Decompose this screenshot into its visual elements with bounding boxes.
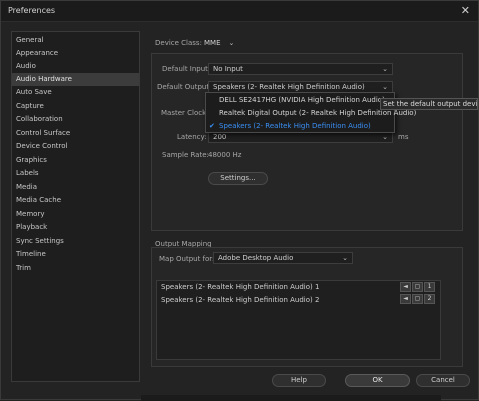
chevron-down-icon: ⌄ bbox=[342, 254, 348, 262]
output-option-realtek-digital[interactable]: Realtek Digital Output (2- Realtek High … bbox=[206, 107, 416, 120]
help-button[interactable]: Help bbox=[272, 374, 326, 387]
default-input-label: Default Input: bbox=[162, 65, 211, 73]
latency-value: 200 bbox=[213, 133, 227, 141]
chevron-down-icon: ⌄ bbox=[382, 83, 388, 91]
dialog-title: Preferences bbox=[8, 6, 56, 15]
speaker-icon[interactable]: ◄ bbox=[400, 282, 411, 292]
latency-label: Latency: bbox=[177, 133, 207, 141]
sidebar-item-control-surface[interactable]: Control Surface bbox=[12, 127, 139, 140]
latency-unit: ms bbox=[398, 133, 409, 141]
chevron-down-icon: ⌄ bbox=[382, 133, 388, 141]
channel-controls-2: ◄ ▢ 2 bbox=[400, 294, 435, 304]
sidebar-item-general[interactable]: General bbox=[12, 34, 139, 47]
output-option-dell[interactable]: DELL SE2417HG (NVIDIA High Definition Au… bbox=[206, 94, 394, 107]
sidebar-item-memory[interactable]: Memory bbox=[12, 208, 139, 221]
output-option-speakers-label: Speakers (2- Realtek High Definition Aud… bbox=[219, 122, 371, 130]
default-output-options: DELL SE2417HG (NVIDIA High Definition Au… bbox=[205, 92, 416, 133]
sidebar-item-labels[interactable]: Labels bbox=[12, 167, 139, 180]
default-output-value: Speakers (2- Realtek High Definition Aud… bbox=[213, 83, 365, 91]
sidebar-item-appearance[interactable]: Appearance bbox=[12, 47, 139, 60]
list-item[interactable]: Speakers (2- Realtek High Definition Aud… bbox=[161, 283, 319, 291]
sidebar-item-device-control[interactable]: Device Control bbox=[12, 140, 139, 153]
sidebar-item-timeline[interactable]: Timeline bbox=[12, 248, 139, 261]
settings-button[interactable]: Settings... bbox=[208, 172, 268, 185]
chevron-down-icon: ⌄ bbox=[382, 65, 388, 73]
device-class-dropdown[interactable]: MME ⌄ bbox=[204, 37, 234, 49]
channel-number: 1 bbox=[424, 282, 435, 292]
channel-controls-1: ◄ ▢ 1 bbox=[400, 282, 435, 292]
tooltip: Set the default output device bbox=[380, 98, 478, 110]
default-output-label: Default Output: bbox=[157, 83, 212, 91]
sample-rate-value: 48000 Hz bbox=[208, 151, 242, 159]
map-output-for-label: Map Output for: bbox=[159, 255, 215, 263]
sidebar-item-audio[interactable]: Audio bbox=[12, 60, 139, 73]
list-item[interactable]: Speakers (2- Realtek High Definition Aud… bbox=[161, 296, 319, 304]
preferences-dialog: Preferences ✕ General Appearance Audio A… bbox=[0, 0, 479, 401]
audio-hardware-panel: Default Input: No Input ⌄ Default Output… bbox=[151, 53, 463, 231]
sidebar-item-auto-save[interactable]: Auto Save bbox=[12, 86, 139, 99]
map-output-for-value: Adobe Desktop Audio bbox=[218, 254, 294, 262]
device-class-label: Device Class: bbox=[155, 39, 202, 47]
scrollbar[interactable] bbox=[141, 395, 441, 401]
master-clock-label: Master Clock: bbox=[161, 109, 209, 117]
map-output-for-dropdown[interactable]: Adobe Desktop Audio ⌄ bbox=[213, 252, 353, 264]
default-input-value: No Input bbox=[213, 65, 243, 73]
preferences-sidebar: General Appearance Audio Audio Hardware … bbox=[11, 31, 140, 382]
sample-rate-label: Sample Rate: bbox=[162, 151, 209, 159]
channel-box-icon[interactable]: ▢ bbox=[412, 294, 423, 304]
close-icon[interactable]: ✕ bbox=[461, 4, 470, 17]
sidebar-item-collaboration[interactable]: Collaboration bbox=[12, 113, 139, 126]
sidebar-item-capture[interactable]: Capture bbox=[12, 100, 139, 113]
checkmark-icon: ✔ bbox=[209, 122, 215, 130]
sidebar-item-sync-settings[interactable]: Sync Settings bbox=[12, 235, 139, 248]
sidebar-item-trim[interactable]: Trim bbox=[12, 262, 139, 275]
sidebar-item-playback[interactable]: Playback bbox=[12, 221, 139, 234]
sidebar-item-graphics[interactable]: Graphics bbox=[12, 154, 139, 167]
sidebar-item-media-cache[interactable]: Media Cache bbox=[12, 194, 139, 207]
title-bar: Preferences ✕ bbox=[1, 1, 478, 22]
channel-box-icon[interactable]: ▢ bbox=[412, 282, 423, 292]
device-class-value: MME bbox=[204, 39, 221, 47]
sidebar-item-audio-hardware[interactable]: Audio Hardware bbox=[12, 73, 139, 86]
output-option-speakers[interactable]: ✔ Speakers (2- Realtek High Definition A… bbox=[206, 120, 394, 133]
default-input-dropdown[interactable]: No Input ⌄ bbox=[208, 63, 393, 75]
chevron-down-icon: ⌄ bbox=[228, 39, 235, 47]
speaker-icon[interactable]: ◄ bbox=[400, 294, 411, 304]
ok-button[interactable]: OK bbox=[345, 374, 410, 387]
sidebar-item-media[interactable]: Media bbox=[12, 181, 139, 194]
output-mapping-list: Speakers (2- Realtek High Definition Aud… bbox=[156, 280, 441, 360]
cancel-button[interactable]: Cancel bbox=[416, 374, 470, 387]
channel-number: 2 bbox=[424, 294, 435, 304]
